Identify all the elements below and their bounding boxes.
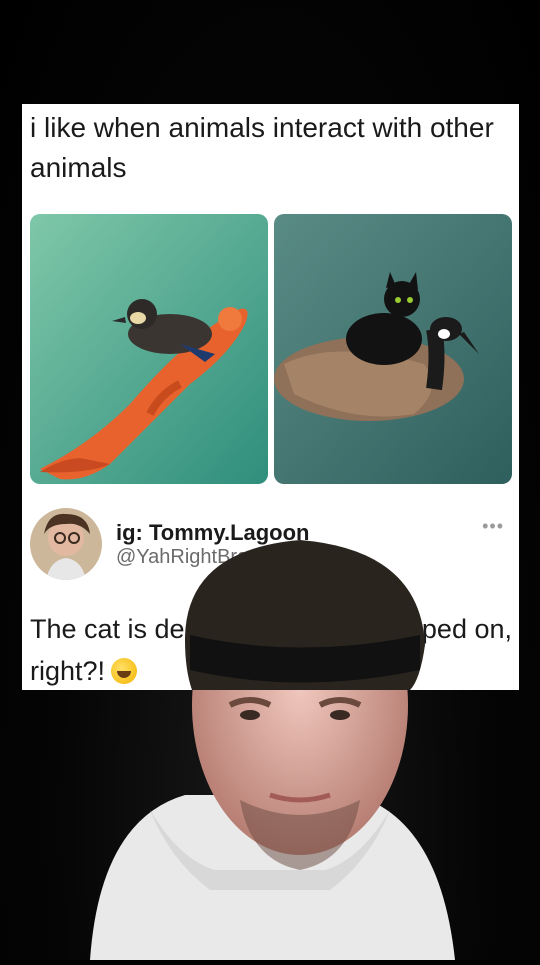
duck-on-koi-photo	[30, 214, 268, 484]
presenter-video-overlay	[0, 530, 540, 960]
cat-on-goose-photo	[274, 214, 512, 484]
post-text: i like when animals interact with other …	[30, 112, 494, 183]
